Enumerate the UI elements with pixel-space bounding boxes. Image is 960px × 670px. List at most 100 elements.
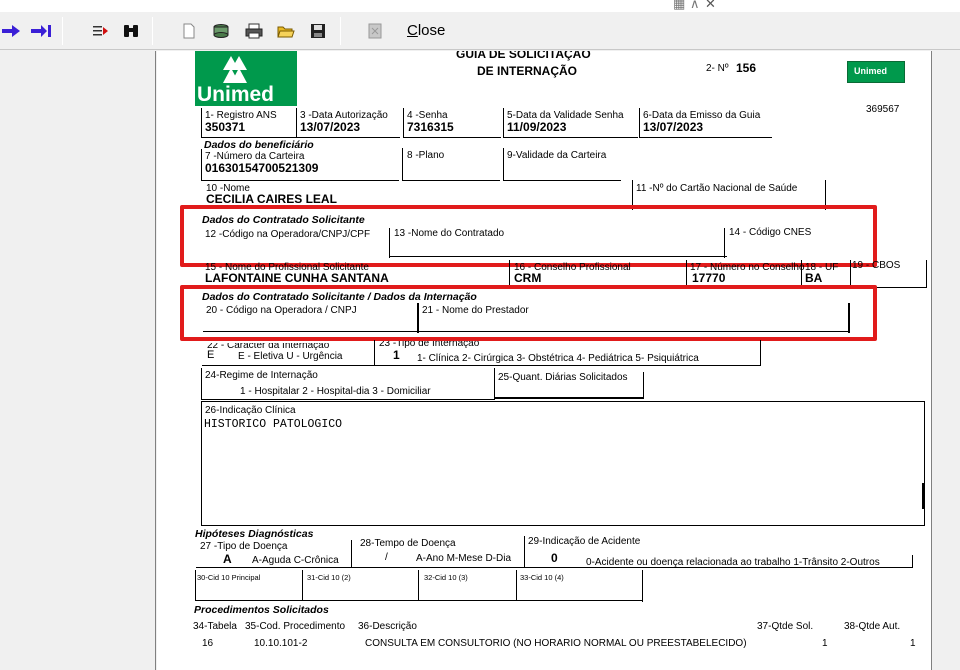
arrow-last-icon (31, 25, 51, 37)
field-border (296, 108, 297, 138)
cid-4-label: 33-Cid 10 (4) (520, 573, 564, 582)
tipo-doenca-label: 27 -Tipo de Doença (200, 541, 288, 552)
close-label-rest: lose (417, 22, 446, 39)
field-border (503, 180, 621, 181)
tempo-doenca-options: A-Ano M-Mese D-Dia (416, 553, 512, 564)
new-page-button[interactable] (178, 20, 200, 42)
indicacao-clinica-label: 26-Indicação Clínica (205, 405, 296, 416)
field-border (202, 365, 375, 366)
guide-number-label: 2- Nº (706, 63, 729, 74)
section-procedimentos: Procedimentos Solicitados (194, 604, 329, 616)
numero-carteira-value: 01630154700521309 (205, 161, 319, 175)
field-border (926, 260, 927, 288)
row-tabela-cell: 16 (202, 638, 214, 649)
field-border (403, 137, 501, 138)
field-border (201, 149, 202, 181)
form-title-line2: DE INTERNAÇÃO (477, 64, 578, 78)
field-border (296, 137, 400, 138)
col-qtde-aut-header: 38-Qtde Aut. (844, 621, 901, 632)
section-beneficiario: Dados do beneficiário (204, 139, 314, 151)
field-border (686, 260, 687, 288)
report-page: Unimed GUIA DE SOLICITAÇÃO DE INTERNAÇÃO… (157, 51, 931, 670)
field-border (374, 340, 375, 366)
field-border (352, 567, 525, 568)
nome-value: CECILIA CAIRES LEAL (206, 192, 337, 206)
field-border (201, 180, 399, 181)
field-border (503, 108, 504, 138)
field-border (402, 180, 500, 181)
search-button[interactable] (120, 20, 142, 42)
field-border (509, 260, 510, 288)
tempo-doenca-label: 28-Tempo de Doença (360, 538, 456, 549)
col-tabela-header: 34-Tabela (193, 621, 237, 632)
export-button[interactable] (210, 20, 232, 42)
guide-number-value: 156 (736, 61, 757, 75)
field-border (403, 108, 404, 138)
field-border (922, 483, 925, 509)
list-arrow-icon (93, 26, 108, 36)
goto-page-button[interactable] (90, 20, 112, 42)
field-border (201, 399, 495, 400)
row-qtde-sol-cell: 1 (822, 638, 828, 649)
section-hipoteses: Hipóteses Diagnósticas (195, 528, 314, 540)
plano-label: 8 -Plano (407, 150, 445, 161)
folder-open-icon (277, 26, 295, 38)
close-window-icon[interactable]: ✕ (705, 0, 716, 12)
unimed-tree-icon (223, 56, 247, 83)
senha-value: 7316315 (407, 120, 454, 134)
print-button[interactable] (243, 20, 265, 42)
restore-icon[interactable]: ▦ (673, 0, 685, 12)
field-border (302, 570, 303, 600)
indicacao-acidente-label: 29-Indicação de Acidente (528, 536, 641, 547)
field-border (503, 137, 638, 138)
unimed-logo: Unimed (195, 51, 297, 106)
last-page-button[interactable] (30, 20, 52, 42)
floppy-disk-icon (311, 24, 325, 38)
quant-diarias-label: 25-Quant. Diárias Solicitados (498, 372, 628, 383)
save-button[interactable] (307, 20, 329, 42)
col-descricao-header: 36-Descrição (358, 621, 417, 632)
cid-2-label: 31-Cid 10 (2) (307, 573, 351, 582)
form-code: 369567 (866, 104, 900, 115)
close-button[interactable]: Close (407, 22, 445, 39)
field-border (642, 570, 643, 602)
toolbar-separator (152, 17, 153, 45)
profissional-value: LAFONTAINE CUNHA SANTANA (205, 271, 389, 285)
indicacao-acidente-value: 0 (551, 551, 558, 565)
disabled-tool-button[interactable] (364, 20, 386, 42)
field-border (418, 570, 419, 600)
field-border (912, 555, 913, 568)
row-codigo-cell: 10.10.101-2 (254, 638, 308, 649)
field-border (375, 365, 761, 366)
field-border (196, 567, 351, 568)
open-button[interactable] (275, 20, 297, 42)
cartao-nacional-label: 11 -Nº do Cartão Nacional de Saúde (636, 183, 798, 194)
field-border (639, 137, 772, 138)
registro-ans-value: 350371 (205, 120, 246, 134)
cid-principal-label: 30-Cid 10 Principal (197, 573, 261, 582)
indicacao-clinica-value: HISTORICO PATOLOGICO (204, 418, 343, 431)
field-border (494, 397, 644, 399)
tempo-doenca-value: / (385, 552, 388, 563)
field-border (195, 600, 643, 601)
tipo-internacao-value: 1 (393, 348, 400, 362)
toolbar-separator (62, 17, 63, 45)
field-border (201, 108, 202, 138)
tipo-internacao-options: 1- Clínica 2- Cirúrgica 3- Obstétrica 4-… (417, 353, 699, 364)
report-viewer-window: ▦ ∧ ✕ Close Unimed GUIA DE SOLICITAÇÃO D… (0, 0, 960, 670)
minimize-icon[interactable]: ∧ (690, 0, 700, 12)
row-descricao-cell: CONSULTA EM CONSULTORIO (NO HORARIO NORM… (365, 638, 747, 649)
guia-internacao-form: Unimed GUIA DE SOLICITAÇÃO DE INTERNAÇÃO… (157, 51, 931, 670)
toolbar-separator (340, 17, 341, 45)
next-page-button[interactable] (0, 20, 22, 42)
blank-page-icon (183, 23, 195, 39)
field-border (639, 108, 640, 138)
arrow-right-icon (2, 25, 20, 37)
field-border (351, 540, 352, 568)
uf-value: BA (805, 271, 823, 285)
col-qtde-sol-header: 37-Qtde Sol. (757, 621, 814, 632)
caracter-internacao-value: E (207, 349, 215, 361)
numero-conselho-value: 17770 (692, 271, 726, 285)
right-margin (931, 51, 960, 670)
data-emissao-value: 13/07/2023 (643, 120, 704, 134)
